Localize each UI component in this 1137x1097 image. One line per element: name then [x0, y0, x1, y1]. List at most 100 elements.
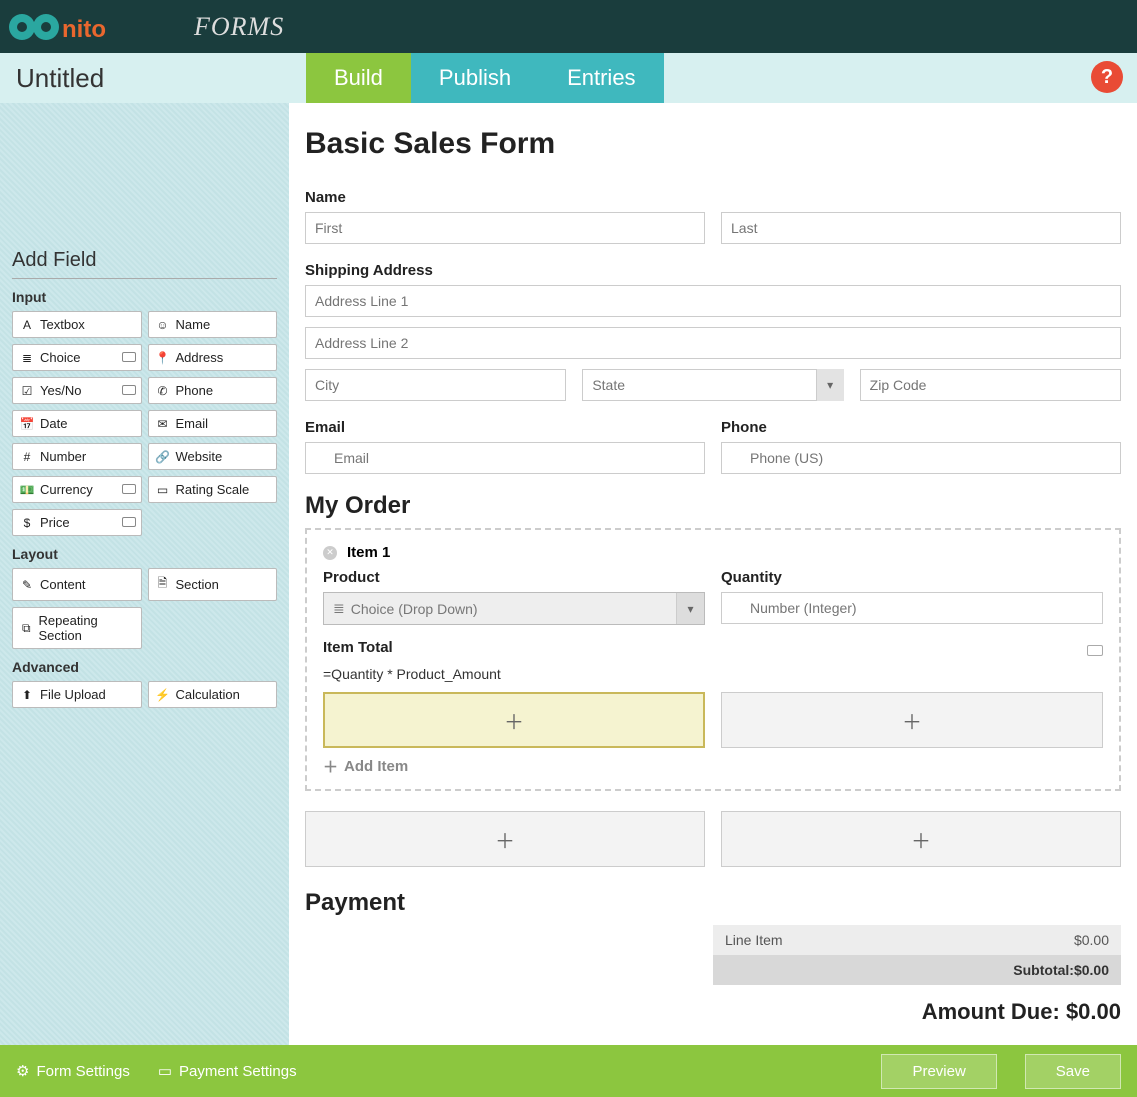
gear-icon: ⚙ [16, 1062, 29, 1080]
field-type-website[interactable]: 🔗Website [148, 443, 278, 470]
zip-input[interactable] [860, 369, 1121, 401]
date-icon: 📅 [20, 417, 34, 431]
line-item-value: $0.00 [1074, 932, 1109, 948]
state-select[interactable] [582, 369, 843, 401]
field-type-rating-scale[interactable]: ▭Rating Scale [148, 476, 278, 503]
list-icon: ≣ [333, 600, 345, 617]
form-settings-link[interactable]: ⚙ Form Settings [16, 1062, 130, 1080]
email-input[interactable] [305, 442, 705, 474]
field-type-label: Website [176, 449, 223, 464]
field-type-label: Section [176, 577, 219, 592]
first-name-input[interactable] [305, 212, 705, 244]
remove-item-button[interactable]: ✕ [323, 546, 337, 560]
plus-icon: ＋ [323, 756, 338, 777]
field-type-label: Address [176, 350, 224, 365]
tab-build[interactable]: Build [306, 53, 411, 103]
payment-summary: Line Item $0.00 Subtotal: $0.00 [305, 925, 1121, 985]
field-type-address[interactable]: 📍Address [148, 344, 278, 371]
field-type-label: File Upload [40, 687, 106, 702]
item-title: Item 1 [347, 544, 390, 561]
number-icon: # [20, 450, 34, 464]
dropzone-left[interactable]: ＋ [323, 692, 705, 748]
field-type-section[interactable]: 🗎 Section [148, 568, 278, 601]
amount-due-label: Amount Due: [922, 999, 1060, 1024]
dropzone-outer-right[interactable]: ＋ [721, 811, 1121, 867]
field-type-calculation[interactable]: ⚡ Calculation [148, 681, 278, 708]
field-type-price[interactable]: $Price [12, 509, 142, 536]
add-item-label: Add Item [344, 758, 408, 775]
field-type-date[interactable]: 📅Date [12, 410, 142, 437]
field-type-yes-no[interactable]: ☑Yes/No [12, 377, 142, 404]
preview-button[interactable]: Preview [881, 1054, 996, 1089]
chevron-down-icon[interactable]: ▾ [816, 369, 844, 401]
sidebar-section-input: Input [12, 289, 277, 305]
calculation-icon: ⚡ [156, 688, 170, 702]
field-type-label: Choice [40, 350, 80, 365]
field-type-label: Number [40, 449, 86, 464]
last-name-input[interactable] [721, 212, 1121, 244]
field-type-name[interactable]: ☺ Name [148, 311, 278, 338]
dropzone-outer-left[interactable]: ＋ [305, 811, 705, 867]
card-badge-icon [122, 385, 136, 395]
item-total-formula: =Quantity * Product_Amount [323, 666, 1103, 682]
tab-publish[interactable]: Publish [411, 53, 539, 103]
field-type-choice[interactable]: ≣ Choice [12, 344, 142, 371]
payment-heading: Payment [305, 889, 1121, 917]
file-upload-icon: ⬆ [20, 688, 34, 702]
chevron-down-icon[interactable]: ▾ [676, 593, 704, 624]
product-select[interactable]: ≣ Choice (Drop Down) ▾ [323, 592, 705, 625]
help-button[interactable]: ? [1091, 61, 1123, 93]
name-icon: ☺ [156, 318, 170, 332]
field-type-number[interactable]: # Number [12, 443, 142, 470]
address-line2-input[interactable] [305, 327, 1121, 359]
item-total-label: Item Total [323, 639, 393, 656]
footer-bar: ⚙ Form Settings ▭Payment Settings Preview… [0, 1045, 1137, 1097]
field-type-label: Name [176, 317, 211, 332]
order-heading: My Order [305, 492, 1121, 520]
product-label: Product [323, 569, 705, 586]
subtotal-label: Subtotal: [725, 962, 1074, 978]
payment-subtotal: Subtotal: $0.00 [713, 955, 1121, 985]
choice-icon: ≣ [20, 351, 34, 365]
field-type-label: Calculation [176, 687, 240, 702]
address-line1-input[interactable] [305, 285, 1121, 317]
field-type-currency[interactable]: 💵Currency [12, 476, 142, 503]
field-type-content[interactable]: ✎Content [12, 568, 142, 601]
add-item-button[interactable]: ＋ Add Item [323, 748, 1103, 779]
form-title[interactable]: Basic Sales Form [305, 127, 1121, 161]
card-icon [1087, 645, 1103, 656]
form-settings-label: Form Settings [36, 1063, 129, 1080]
rating-scale-icon: ▭ [156, 483, 170, 497]
field-type-phone[interactable]: ✆ Phone [148, 377, 278, 404]
field-type-label: Phone [176, 383, 214, 398]
section-icon: 🗎 [156, 574, 170, 595]
phone-input[interactable] [721, 442, 1121, 474]
form-name-label[interactable]: Untitled [0, 53, 306, 103]
quantity-label: Quantity [721, 569, 1103, 586]
field-type-email[interactable]: ✉Email [148, 410, 278, 437]
phone-icon: ✆ [156, 384, 170, 398]
card-badge-icon [122, 517, 136, 527]
field-type-label: Textbox [40, 317, 85, 332]
product-ph: Choice (Drop Down) [351, 601, 478, 617]
card-badge-icon [122, 484, 136, 494]
brand-logo[interactable]: nito FORMS [8, 7, 284, 47]
city-input[interactable] [305, 369, 566, 401]
payment-settings-link[interactable]: ▭Payment Settings [158, 1062, 297, 1080]
name-label: Name [305, 189, 1121, 206]
dropzone-right[interactable]: ＋ [721, 692, 1103, 748]
quantity-input[interactable] [721, 592, 1103, 624]
order-repeating-section[interactable]: ✕ Item 1 Product ≣ Choice (Drop Down) ▾ Q… [305, 528, 1121, 791]
field-type-file-upload[interactable]: ⬆ File Upload [12, 681, 142, 708]
field-type-label: Repeating Section [39, 613, 134, 643]
field-type-repeating-section[interactable]: ⧉Repeating Section [12, 607, 142, 649]
svg-text:nito: nito [62, 16, 106, 43]
save-button[interactable]: Save [1025, 1054, 1121, 1089]
workspace: Add Field Input ATextbox☺Name≣Choice📍Add… [0, 103, 1137, 1045]
phone-label: Phone [721, 419, 1121, 436]
card-icon: ▭ [158, 1062, 172, 1080]
yes-no-icon: ☑ [20, 384, 34, 398]
field-type-textbox[interactable]: ATextbox [12, 311, 142, 338]
tabs-row: Untitled Build Publish Entries ? [0, 53, 1137, 103]
tab-entries[interactable]: Entries [539, 53, 663, 103]
